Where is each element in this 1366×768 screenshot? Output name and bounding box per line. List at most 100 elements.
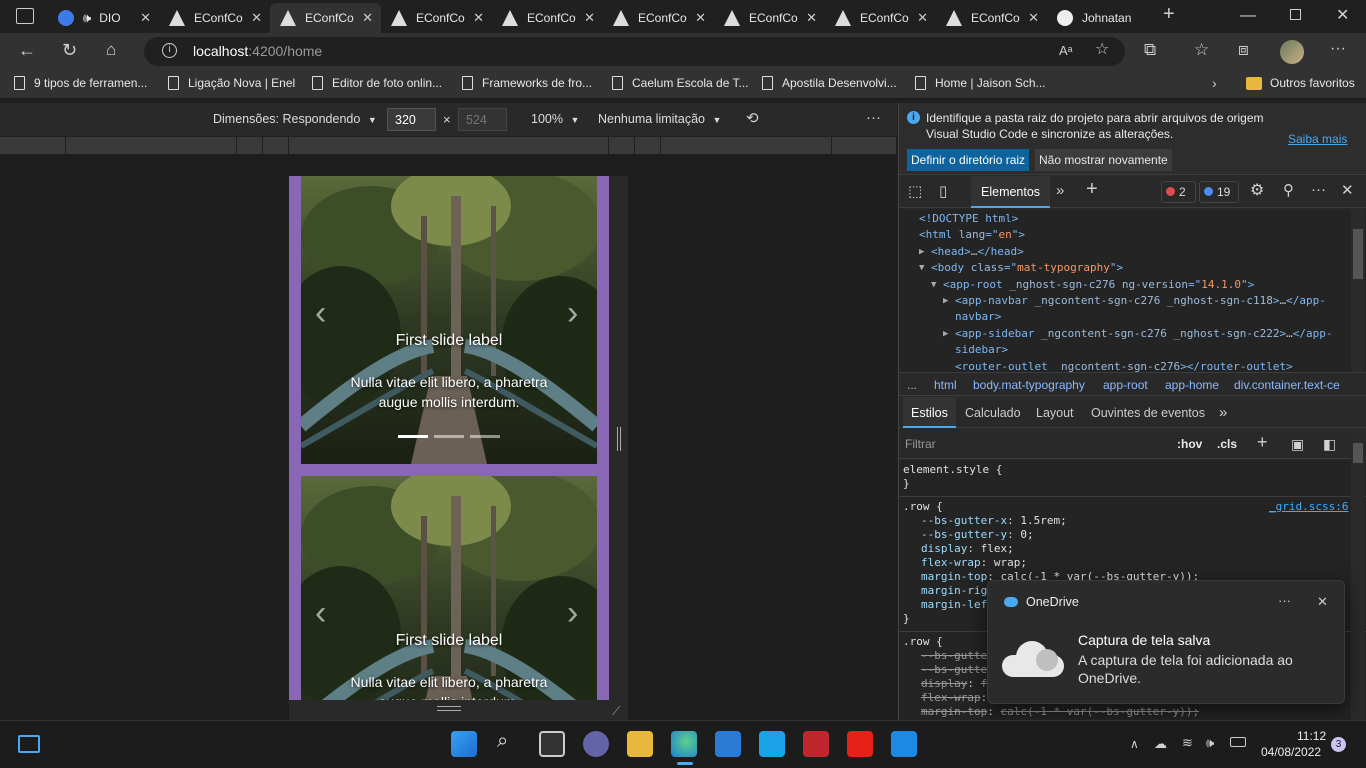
volume-icon[interactable]: 🕪: [1206, 735, 1214, 751]
other-favorites[interactable]: Outros favoritos: [1246, 76, 1355, 90]
task-view-icon[interactable]: [539, 731, 565, 757]
carousel-indicator[interactable]: [434, 435, 464, 438]
css-property[interactable]: --bs-gutter-y: 0;: [921, 528, 1034, 541]
battery-icon[interactable]: [1230, 737, 1246, 747]
tray-chevron-icon[interactable]: ∧: [1130, 736, 1139, 752]
add-tab-icon[interactable]: +: [1086, 179, 1098, 199]
widgets-icon[interactable]: [18, 735, 40, 753]
search-icon[interactable]: ⌕: [497, 731, 508, 751]
chat-icon[interactable]: [583, 731, 609, 757]
sidebar-toggle-icon[interactable]: ◧: [1323, 436, 1336, 452]
new-tab-icon[interactable]: +: [1163, 4, 1175, 24]
css-property[interactable]: display: f: [921, 677, 987, 690]
inspect-icon[interactable]: ⬚: [908, 184, 922, 200]
dom-node[interactable]: ▶ <app-navbar _ngcontent-sgn-c276 _nghost…: [943, 294, 1326, 307]
bookmark-item[interactable]: Ligação Nova | Enel: [168, 76, 295, 90]
breadcrumb-item[interactable]: app-root: [1103, 378, 1148, 392]
carousel-indicator[interactable]: [470, 435, 500, 438]
dom-node[interactable]: ▶ <app-sidebar _ngcontent-sgn-c276 _nghos…: [943, 327, 1333, 340]
filter-input[interactable]: Filtrar: [905, 437, 936, 451]
favorites-icon[interactable]: ☆: [1194, 41, 1209, 58]
minimize-icon[interactable]: —: [1240, 8, 1256, 24]
mcafee-icon[interactable]: [803, 731, 829, 757]
browser-tab[interactable]: Johnatan: [1047, 3, 1167, 33]
close-devtools-icon[interactable]: ✕: [1341, 183, 1354, 199]
breadcrumb-item[interactable]: div.container.text-ce: [1234, 378, 1340, 392]
close-tab-icon[interactable]: ✕: [140, 10, 151, 26]
prev-arrow-icon[interactable]: ‹: [315, 294, 326, 333]
css-property[interactable]: --bs-gutte:: [921, 649, 994, 662]
issues-badge[interactable]: 19: [1199, 181, 1239, 203]
close-tab-icon[interactable]: ✕: [806, 10, 817, 26]
rotate-icon[interactable]: ⟲: [746, 111, 759, 127]
css-property[interactable]: flex-wrap:: [921, 691, 987, 704]
css-property[interactable]: --bs-gutte:: [921, 663, 994, 676]
customize-icon[interactable]: ⚲: [1283, 183, 1294, 199]
info-icon[interactable]: i: [162, 43, 177, 58]
dom-node[interactable]: ▼ <body class="mat-typography">: [919, 261, 1123, 274]
styles-tab[interactable]: Ouvintes de eventos: [1083, 397, 1213, 428]
resize-corner-icon[interactable]: ⟋: [612, 703, 620, 719]
css-property[interactable]: --bs-gutter-x: 1.5rem;: [921, 514, 1067, 527]
dont-show-button[interactable]: Não mostrar novamente: [1035, 149, 1172, 171]
toast-close-icon[interactable]: ✕: [1317, 594, 1328, 610]
store-icon[interactable]: [715, 731, 741, 757]
height-input[interactable]: 524: [458, 108, 507, 131]
close-tab-icon[interactable]: ✕: [473, 10, 484, 26]
set-root-button[interactable]: Definir o diretório raiz: [907, 149, 1030, 171]
resize-handle-right[interactable]: [617, 427, 621, 451]
breadcrumb-item[interactable]: html: [934, 378, 957, 392]
add-favorite-icon[interactable]: ☆: [1095, 42, 1109, 58]
dom-scrollbar[interactable]: [1351, 209, 1365, 372]
dimensions-select[interactable]: Dimensões: Respondendo ▼: [213, 112, 377, 126]
clock-date[interactable]: 04/08/2022: [1261, 745, 1321, 759]
dom-node[interactable]: ▼ <app-root _nghost-sgn-c276 ng-version="…: [931, 278, 1254, 291]
close-tab-icon[interactable]: ✕: [584, 10, 595, 26]
close-tab-icon[interactable]: ✕: [695, 10, 706, 26]
bookmark-item[interactable]: Frameworks de fro...: [462, 76, 592, 90]
carousel-indicator[interactable]: [398, 435, 428, 438]
start-icon[interactable]: [451, 731, 477, 757]
styles-tab[interactable]: Calculado: [957, 397, 1029, 428]
css-property[interactable]: margin-top: calc(-1 * var(--bs-gutter-y)…: [921, 705, 1199, 718]
avatar[interactable]: [1280, 40, 1304, 64]
breadcrumb-item[interactable]: body.mat-typography: [973, 378, 1085, 392]
tab-elements[interactable]: Elementos: [971, 176, 1051, 208]
expand-arrow-icon[interactable]: ▶: [943, 329, 948, 339]
breadcrumb-item[interactable]: ...: [907, 378, 917, 392]
width-input[interactable]: 320: [387, 108, 436, 131]
browser-tab[interactable]: EConfCo ✕: [714, 3, 825, 33]
more-devtools-icon[interactable]: ···: [1311, 182, 1326, 198]
css-property[interactable]: display: flex;: [921, 542, 1014, 555]
bookmark-item[interactable]: Home | Jaison Sch...: [915, 76, 1046, 90]
close-tab-icon[interactable]: ✕: [251, 10, 262, 26]
bookmark-item[interactable]: 9 tipos de ferramen...: [14, 76, 147, 90]
throttle-select[interactable]: Nenhuma limitação ▼: [598, 112, 721, 126]
bookmark-item[interactable]: Apostila Desenvolvi...: [762, 76, 897, 90]
browser-tab[interactable]: 🕪 DIO ✕: [48, 3, 159, 33]
rule-source-link[interactable]: _grid.scss:6: [1269, 500, 1348, 513]
restore-icon[interactable]: [1290, 9, 1301, 20]
resize-handle-bottom[interactable]: [437, 706, 461, 711]
address-field[interactable]: i localhost:4200/home Aᵃ ☆: [144, 37, 1125, 66]
css-property[interactable]: margin-lef:: [921, 598, 994, 611]
expand-arrow-icon[interactable]: ▼: [919, 263, 924, 273]
next-arrow-icon[interactable]: ›: [567, 294, 578, 333]
more-menu-icon[interactable]: ···: [1330, 41, 1346, 57]
edge-icon[interactable]: [671, 731, 697, 757]
clock-time[interactable]: 11:12: [1297, 729, 1326, 743]
paint-icon[interactable]: ▣: [1291, 436, 1304, 452]
chevron-right-icon[interactable]: ›: [1212, 75, 1217, 91]
learn-more-link[interactable]: Saiba mais: [1288, 132, 1347, 146]
refresh-icon[interactable]: ↻: [62, 41, 77, 59]
close-tab-icon[interactable]: ✕: [1028, 10, 1039, 26]
dom-node[interactable]: navbar>: [955, 310, 1001, 323]
dom-node[interactable]: <router-outlet _ngcontent-sgn-c276></rou…: [955, 360, 1293, 373]
prev-arrow-icon[interactable]: ‹: [315, 594, 326, 633]
more-style-tabs-icon[interactable]: »: [1219, 405, 1227, 421]
read-aloud-icon[interactable]: Aᵃ: [1059, 43, 1073, 59]
expand-arrow-icon[interactable]: ▶: [943, 296, 948, 306]
more-tabs-icon[interactable]: »: [1056, 183, 1064, 199]
close-tab-icon[interactable]: ✕: [362, 10, 373, 26]
file-explorer-icon[interactable]: [627, 731, 653, 757]
